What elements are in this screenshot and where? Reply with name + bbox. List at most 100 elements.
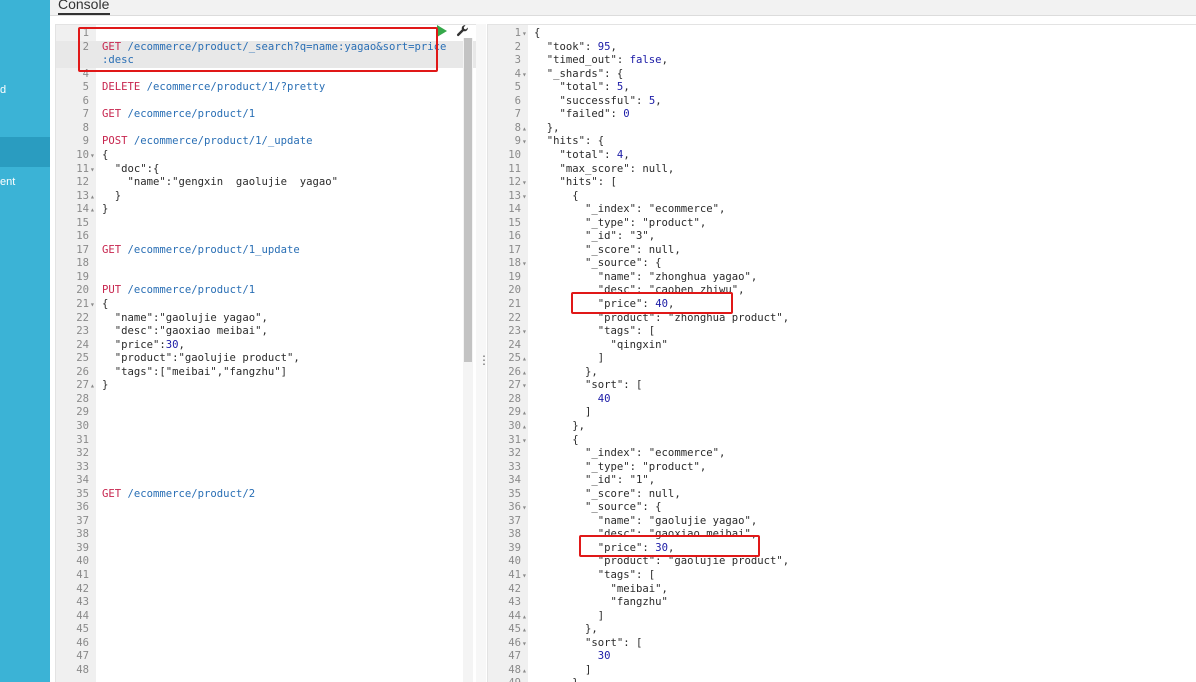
code-line: 18 ▾ "_source": {: [488, 257, 1196, 271]
fold-toggle-icon[interactable]: ▴: [522, 677, 528, 682]
code-line[interactable]: 47: [56, 650, 476, 664]
fold-toggle-icon[interactable]: ▾: [522, 501, 528, 515]
code-line[interactable]: 26 "tags":["meibai","fangzhu"]: [56, 366, 476, 380]
code-line[interactable]: 12 "name":"gengxin gaolujie yagao": [56, 176, 476, 190]
line-number: 25: [76, 352, 89, 365]
code-line[interactable]: 43: [56, 596, 476, 610]
code-line[interactable]: 31: [56, 434, 476, 448]
code-line[interactable]: 6: [56, 95, 476, 109]
code-line[interactable]: 30: [56, 420, 476, 434]
fold-toggle-icon[interactable]: ▾: [90, 149, 96, 163]
fold-toggle-icon[interactable]: ▾: [522, 569, 528, 583]
code-line[interactable]: 23 "desc":"gaoxiao meibai",: [56, 325, 476, 339]
line-number: 4: [514, 67, 521, 80]
fold-toggle-icon[interactable]: ▾: [522, 135, 528, 149]
request-scrollbar-thumb[interactable]: [464, 38, 472, 362]
request-editor[interactable]: 1 2 GET /ecommerce/product/_search?q=name:…: [55, 24, 476, 682]
code-line[interactable]: 19: [56, 271, 476, 285]
code-line[interactable]: 48: [56, 664, 476, 678]
code-line[interactable]: 41: [56, 569, 476, 583]
fold-toggle-icon[interactable]: ▾: [522, 637, 528, 651]
code-line[interactable]: 9 POST /ecommerce/product/1/_update: [56, 135, 476, 149]
code-token: "doc":{: [102, 162, 160, 175]
code-token: },: [534, 419, 586, 432]
fold-toggle-icon[interactable]: ▴: [90, 203, 96, 217]
fold-toggle-icon[interactable]: ▾: [90, 163, 96, 177]
code-text: },: [534, 122, 560, 136]
code-line[interactable]: 35 GET /ecommerce/product/2: [56, 488, 476, 502]
code-line[interactable]: 5 DELETE /ecommerce/product/1/?pretty: [56, 81, 476, 95]
code-line[interactable]: 8: [56, 122, 476, 136]
code-line[interactable]: 13 ▴ }: [56, 190, 476, 204]
wrench-icon[interactable]: [456, 24, 470, 38]
fold-toggle-icon[interactable]: ▴: [90, 379, 96, 393]
fold-toggle-icon[interactable]: ▾: [522, 27, 528, 41]
code-line[interactable]: 16: [56, 230, 476, 244]
line-number: 48: [76, 663, 89, 676]
code-text: {: [534, 27, 540, 41]
tab-underline: [58, 13, 110, 15]
code-line[interactable]: 22 "name":"gaolujie yagao",: [56, 312, 476, 326]
fold-toggle-icon[interactable]: ▴: [522, 623, 528, 637]
code-line[interactable]: 44: [56, 610, 476, 624]
code-line[interactable]: 33: [56, 461, 476, 475]
fold-toggle-icon[interactable]: ▴: [522, 664, 528, 678]
code-text: }: [102, 203, 108, 217]
code-line[interactable]: 42: [56, 583, 476, 597]
code-line[interactable]: 27 ▴}: [56, 379, 476, 393]
code-line[interactable]: 46: [56, 637, 476, 651]
code-line: 31 ▾ {: [488, 434, 1196, 448]
code-line[interactable]: 37: [56, 515, 476, 529]
line-number: 27: [508, 379, 521, 392]
code-line[interactable]: 17 GET /ecommerce/product/1_update: [56, 244, 476, 258]
code-line[interactable]: 24 "price":30,: [56, 339, 476, 353]
code-line[interactable]: 39: [56, 542, 476, 556]
fold-toggle-icon[interactable]: ▴: [522, 406, 528, 420]
code-line: 5 "total": 5,: [488, 81, 1196, 95]
fold-toggle-icon[interactable]: ▾: [522, 325, 528, 339]
fold-toggle-icon[interactable]: ▾: [522, 257, 528, 271]
sidebar-item-label[interactable]: ent: [0, 172, 50, 192]
fold-toggle-icon[interactable]: ▾: [90, 298, 96, 312]
code-line[interactable]: 15: [56, 217, 476, 231]
code-line[interactable]: 18: [56, 257, 476, 271]
line-number: 49: [488, 677, 521, 682]
code-token: /ecommerce/product/1_update: [127, 243, 300, 256]
sidebar-item-label[interactable]: d: [0, 80, 50, 100]
code-line[interactable]: 40: [56, 555, 476, 569]
fold-toggle-icon[interactable]: ▾: [522, 434, 528, 448]
code-line[interactable]: 36: [56, 501, 476, 515]
code-line[interactable]: 10 ▾ {: [56, 149, 476, 163]
code-line[interactable]: 38: [56, 528, 476, 542]
code-text: ]: [534, 664, 591, 678]
fold-toggle-icon[interactable]: ▾: [522, 190, 528, 204]
code-line[interactable]: 20 PUT /ecommerce/product/1: [56, 284, 476, 298]
fold-toggle-icon[interactable]: ▾: [522, 176, 528, 190]
fold-toggle-icon[interactable]: ▴: [522, 420, 528, 434]
code-line[interactable]: 28: [56, 393, 476, 407]
code-line[interactable]: 7 GET /ecommerce/product/1: [56, 108, 476, 122]
code-line: 12 ▾ "hits": [: [488, 176, 1196, 190]
code-line[interactable]: 11 ▾ "doc":{: [56, 163, 476, 177]
line-number: 8: [82, 121, 89, 134]
fold-toggle-icon[interactable]: ▾: [522, 379, 528, 393]
fold-toggle-icon[interactable]: ▴: [90, 190, 96, 204]
code-line[interactable]: 29: [56, 406, 476, 420]
drag-handle-icon[interactable]: ⋮: [478, 352, 490, 368]
code-line[interactable]: 34: [56, 474, 476, 488]
code-line[interactable]: 32: [56, 447, 476, 461]
fold-toggle-icon[interactable]: ▴: [522, 122, 528, 136]
sidebar-item-active[interactable]: [0, 137, 50, 167]
fold-toggle-icon[interactable]: ▴: [522, 610, 528, 624]
code-line[interactable]: 14 ▴}: [56, 203, 476, 217]
fold-toggle-icon[interactable]: ▴: [522, 352, 528, 366]
code-line[interactable]: 21 ▾ {: [56, 298, 476, 312]
line-number: 12: [508, 176, 521, 189]
fold-toggle-icon[interactable]: ▴: [522, 366, 528, 380]
code-line: 29 ▴ ]: [488, 406, 1196, 420]
tab-console[interactable]: Console: [58, 0, 109, 14]
code-line[interactable]: 25 "product":"gaolujie product",: [56, 352, 476, 366]
fold-toggle-icon[interactable]: ▾: [522, 68, 528, 82]
code-line[interactable]: 45: [56, 623, 476, 637]
line-number: 21: [76, 298, 89, 310]
